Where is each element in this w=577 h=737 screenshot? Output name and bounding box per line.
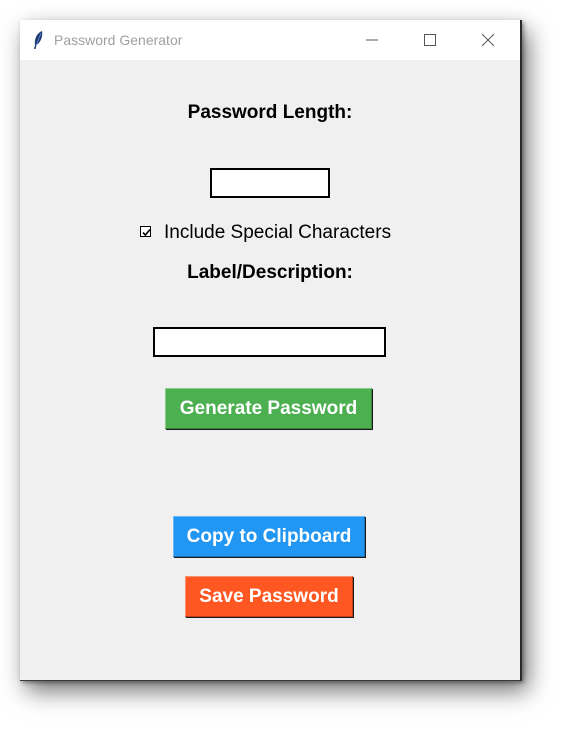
description-input[interactable] <box>153 327 386 357</box>
maximize-button[interactable] <box>410 20 450 60</box>
password-length-label: Password Length: <box>187 102 353 123</box>
window-title: Password Generator <box>54 32 183 48</box>
close-icon <box>481 33 495 47</box>
description-label: Label/Description: <box>187 262 353 283</box>
minimize-icon <box>366 39 378 41</box>
password-length-input[interactable] <box>210 168 330 198</box>
title-bar[interactable]: Password Generator <box>20 20 520 60</box>
save-password-button[interactable]: Save Password <box>185 576 353 617</box>
special-characters-label: Include Special Characters <box>164 222 392 243</box>
close-button[interactable] <box>468 20 508 60</box>
checkbox-check-icon[interactable] <box>140 226 151 237</box>
copy-to-clipboard-button[interactable]: Copy to Clipboard <box>173 516 365 557</box>
feather-icon <box>32 30 44 50</box>
page: Password Generator Password Length: Incl… <box>0 0 577 737</box>
app-window: Password Generator Password Length: Incl… <box>20 20 522 681</box>
maximize-icon <box>424 34 436 46</box>
generate-password-button[interactable]: Generate Password <box>165 388 372 429</box>
form-panel: Password Length: Include Special Charact… <box>20 60 520 680</box>
minimize-button[interactable] <box>352 20 392 60</box>
